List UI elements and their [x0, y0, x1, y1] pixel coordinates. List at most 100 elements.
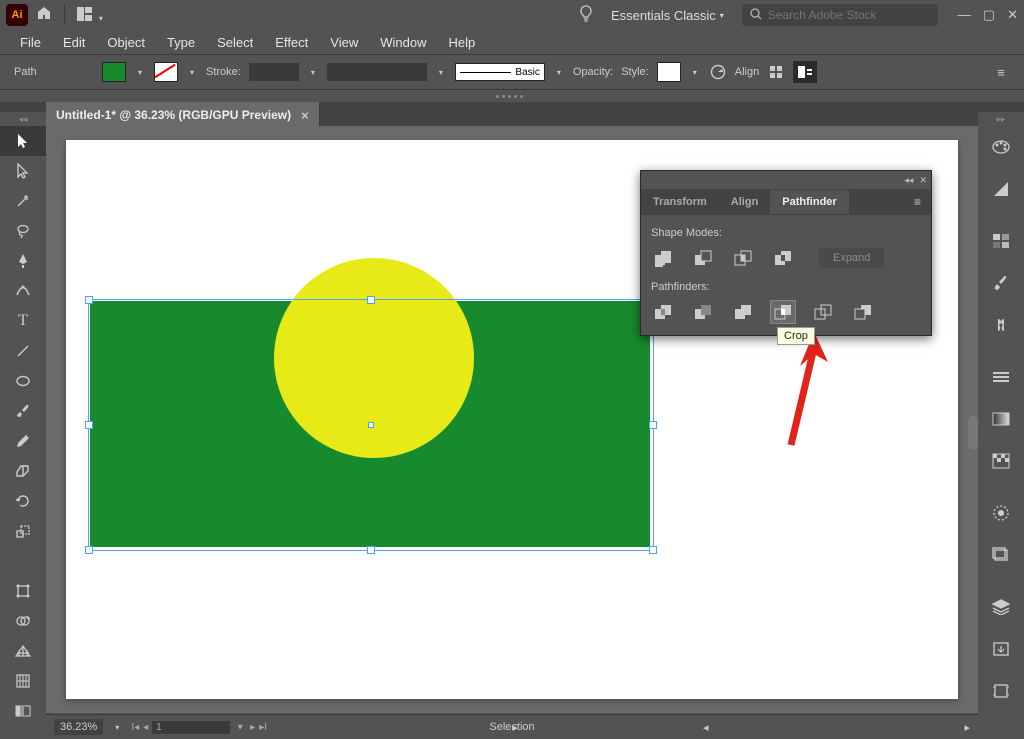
menu-window[interactable]: Window — [370, 32, 436, 53]
ellipse-shape[interactable] — [274, 258, 474, 458]
magic-wand-tool[interactable] — [0, 186, 46, 216]
align-label[interactable]: Align — [735, 66, 759, 78]
tab-align[interactable]: Align — [719, 190, 771, 214]
color-panel-icon[interactable] — [978, 126, 1024, 168]
tab-pathfinder[interactable]: Pathfinder — [770, 190, 848, 214]
workspace-switcher[interactable]: Essentials Classic ▾ — [601, 8, 734, 23]
appearance-panel-icon[interactable] — [978, 492, 1024, 534]
panel-menu-icon[interactable]: ≡ — [904, 189, 931, 215]
stroke-weight-dropdown[interactable]: ▾ — [307, 63, 319, 81]
fill-swatch[interactable] — [102, 62, 126, 82]
curvature-tool[interactable] — [0, 276, 46, 306]
menu-type[interactable]: Type — [157, 32, 205, 53]
selection-tool[interactable] — [0, 126, 46, 156]
prev-artboard-icon[interactable]: ◂ — [143, 722, 148, 733]
line-tool[interactable] — [0, 336, 46, 366]
var-width-dropdown[interactable]: ▾ — [435, 63, 447, 81]
transform-panel-icon[interactable] — [793, 61, 817, 83]
pen-tool[interactable] — [0, 246, 46, 276]
var-width-profile[interactable] — [327, 63, 427, 81]
stroke-weight-field[interactable] — [249, 63, 299, 81]
close-button[interactable]: ✕ — [1007, 7, 1018, 23]
lasso-tool[interactable] — [0, 216, 46, 246]
direct-selection-tool[interactable] — [0, 156, 46, 186]
perspective-grid-tool[interactable] — [0, 636, 46, 666]
color-guide-panel-icon[interactable] — [978, 168, 1024, 210]
menu-edit[interactable]: Edit — [53, 32, 95, 53]
unite-button[interactable] — [651, 247, 675, 269]
artboard-field[interactable]: 1 — [152, 721, 230, 734]
home-icon[interactable] — [36, 5, 52, 26]
first-artboard-icon[interactable]: I◂ — [131, 722, 139, 733]
fill-dropdown[interactable]: ▾ — [134, 63, 146, 81]
pathfinder-panel[interactable]: ◂◂ ✕ Transform Align Pathfinder ≡ Shape … — [640, 170, 932, 336]
outline-button[interactable] — [811, 301, 835, 323]
minimize-button[interactable]: — — [958, 7, 971, 23]
gradient-tool[interactable] — [0, 696, 46, 726]
arrange-documents-icon[interactable]: ▾ — [77, 7, 103, 24]
close-tab-icon[interactable]: × — [301, 108, 309, 123]
pencil-tool[interactable] — [0, 426, 46, 456]
menu-select[interactable]: Select — [207, 32, 263, 53]
hscroll-left-icon[interactable]: ◂ — [703, 721, 709, 734]
transparency-panel-icon[interactable] — [978, 440, 1024, 482]
tools-handle[interactable]: ◂◂ — [0, 112, 46, 126]
document-tab[interactable]: Untitled-1* @ 36.23% (RGB/GPU Preview) × — [46, 102, 320, 128]
style-dropdown[interactable]: ▾ — [689, 63, 701, 81]
merge-button[interactable] — [731, 301, 755, 323]
brush-definition[interactable]: Basic — [455, 63, 545, 81]
menu-object[interactable]: Object — [97, 32, 155, 53]
shape-builder-tool[interactable] — [0, 606, 46, 636]
trim-button[interactable] — [691, 301, 715, 323]
mesh-tool[interactable] — [0, 666, 46, 696]
scale-tool[interactable] — [0, 516, 46, 546]
brushes-panel-icon[interactable] — [978, 262, 1024, 304]
stroke-dropdown[interactable]: ▾ — [186, 63, 198, 81]
search-stock[interactable] — [742, 4, 938, 26]
symbols-panel-icon[interactable] — [978, 304, 1024, 346]
maximize-button[interactable]: ▢ — [983, 7, 995, 23]
eraser-tool[interactable] — [0, 456, 46, 486]
last-artboard-icon[interactable]: ▸I — [259, 722, 267, 733]
divide-button[interactable] — [651, 301, 675, 323]
layers-panel-icon[interactable] — [978, 586, 1024, 628]
menu-help[interactable]: Help — [438, 32, 485, 53]
crop-button[interactable]: Crop — [771, 301, 795, 323]
panel-close-icon[interactable]: ✕ — [919, 175, 927, 186]
menu-file[interactable]: File — [10, 32, 51, 53]
next-artboard-icon[interactable]: ▸ — [250, 722, 255, 733]
paintbrush-tool[interactable] — [0, 396, 46, 426]
stroke-panel-icon[interactable] — [978, 356, 1024, 398]
rotate-tool[interactable] — [0, 486, 46, 516]
panel-collapse-icon[interactable]: ◂◂ — [904, 175, 913, 186]
zoom-dropdown[interactable]: ▾ — [111, 718, 123, 736]
artboard-dropdown[interactable]: ▾ — [234, 718, 246, 736]
control-bar-handle[interactable] — [0, 90, 1024, 102]
gradient-panel-icon[interactable] — [978, 398, 1024, 440]
control-menu-icon[interactable]: ≡ — [992, 63, 1010, 81]
menu-effect[interactable]: Effect — [265, 32, 318, 53]
scroll-shuttle[interactable] — [968, 416, 978, 450]
hscroll-right-icon[interactable]: ▸ — [964, 721, 970, 734]
zoom-level[interactable]: 36.23% — [54, 719, 103, 735]
panel-titlebar[interactable]: ◂◂ ✕ — [641, 171, 931, 189]
ellipse-tool[interactable] — [0, 366, 46, 396]
recolor-icon[interactable] — [709, 63, 727, 81]
minus-front-button[interactable] — [691, 247, 715, 269]
intersect-button[interactable] — [731, 247, 755, 269]
artboards-panel-icon[interactable] — [978, 670, 1024, 712]
tab-transform[interactable]: Transform — [641, 190, 719, 214]
dock-handle[interactable]: ▸▸ — [978, 112, 1024, 126]
style-swatch[interactable] — [657, 62, 681, 82]
minus-back-button[interactable] — [851, 301, 875, 323]
swatches-panel-icon[interactable] — [978, 220, 1024, 262]
brush-dropdown[interactable]: ▾ — [553, 63, 565, 81]
search-input[interactable] — [766, 7, 900, 23]
asset-export-panel-icon[interactable] — [978, 628, 1024, 670]
width-tool[interactable] — [0, 546, 46, 576]
discover-icon[interactable] — [579, 5, 593, 26]
graphic-styles-panel-icon[interactable] — [978, 534, 1024, 576]
menu-view[interactable]: View — [320, 32, 368, 53]
type-tool[interactable]: T — [0, 306, 46, 336]
stroke-swatch[interactable] — [154, 62, 178, 82]
